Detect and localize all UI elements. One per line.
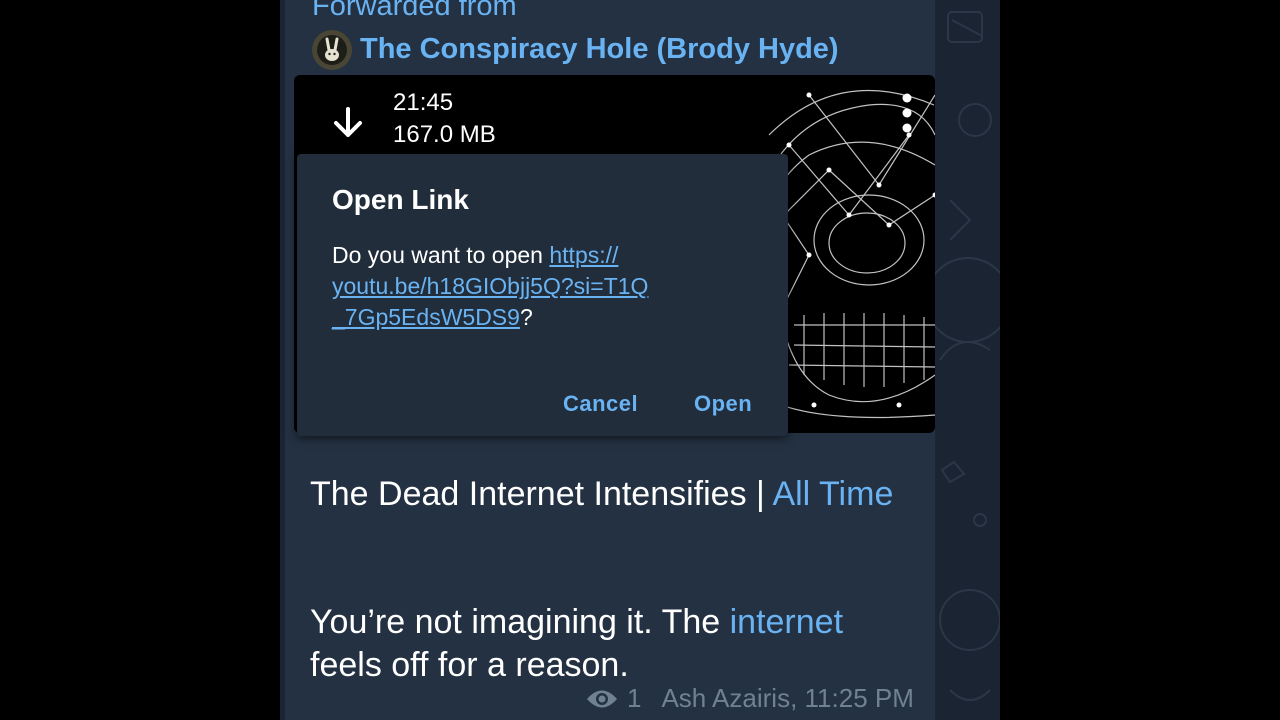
message-meta: 1 Ash Azairis, 11:25 PM	[585, 683, 914, 714]
video-file-size: 167.0 MB	[393, 121, 496, 148]
open-button[interactable]: Open	[694, 391, 752, 417]
views-eye-icon	[587, 690, 617, 707]
forwarded-from-label: Forwarded from	[312, 0, 517, 22]
url-line-2: youtu.be/h18GIObjj5Q?si=T1Q	[332, 273, 649, 299]
dialog-message: Do you want to open https:// youtu.be/h18…	[332, 240, 772, 333]
message-body-start: You’re not imagining it. The	[310, 603, 730, 641]
internet-link[interactable]: internet	[730, 603, 843, 641]
dialog-prompt: Do you want to open	[332, 242, 550, 268]
video-duration: 21:45	[393, 89, 454, 116]
author-timestamp: Ash Azairis, 11:25 PM	[661, 683, 914, 713]
url-line-3: _7Gp5EdsW5DS9	[332, 304, 520, 330]
more-vertical-icon[interactable]	[897, 91, 917, 135]
open-link-dialog: Open Link Do you want to open https:// yo…	[297, 154, 788, 436]
message-bubble[interactable]: Forwarded from The Conspiracy Hole (Brod…	[285, 0, 935, 720]
cancel-button[interactable]: Cancel	[563, 391, 638, 417]
url-line-1: https://	[549, 242, 619, 268]
message-title-text: The Dead Internet Intensifies |	[310, 475, 773, 513]
message-body-end: feels off for a reason.	[310, 646, 629, 684]
rabbit-logo-icon	[312, 30, 352, 70]
message-body: You’re not imagining it. The internet fe…	[310, 601, 910, 687]
message-title: The Dead Internet Intensifies | All Time	[310, 473, 910, 516]
dialog-title: Open Link	[332, 184, 469, 215]
channel-avatar[interactable]	[312, 30, 352, 70]
dialog-suffix: ?	[519, 304, 533, 330]
hashtag-link-all-time[interactable]: All Time	[772, 475, 893, 513]
view-count: 1	[627, 683, 642, 713]
download-arrow-icon[interactable]	[330, 105, 366, 141]
forwarded-source-link[interactable]: The Conspiracy Hole (Brody Hyde)	[360, 33, 839, 66]
chat-screen: Forwarded from The Conspiracy Hole (Brod…	[280, 0, 1000, 720]
